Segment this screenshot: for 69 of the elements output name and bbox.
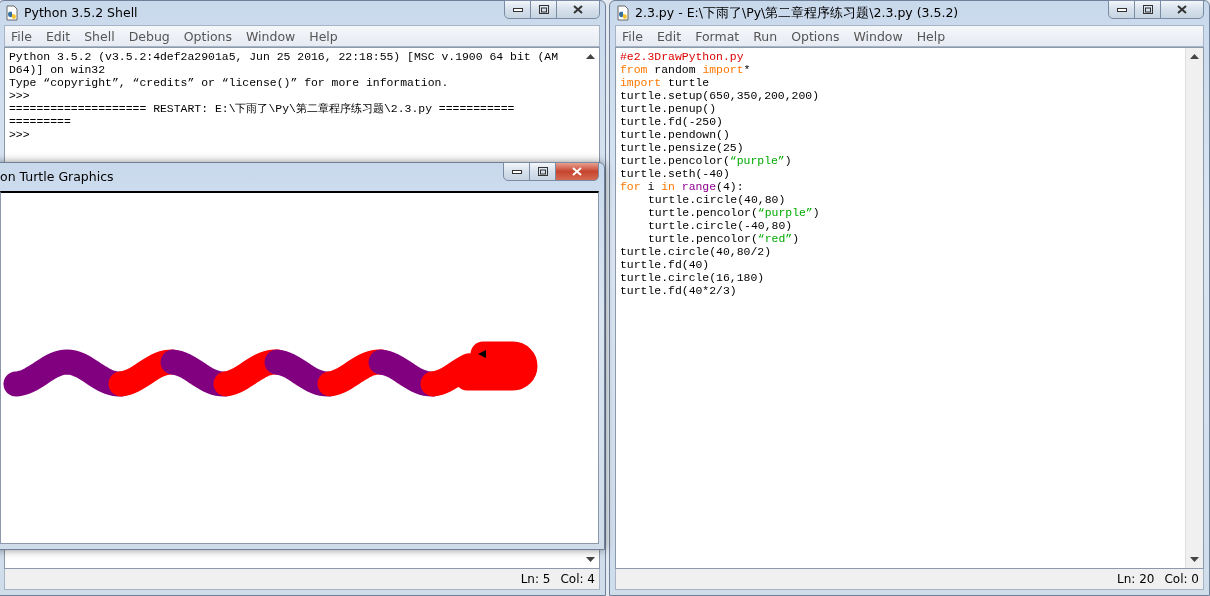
minimize-icon <box>1116 7 1127 12</box>
line-number: Ln: 5 <box>520 572 551 586</box>
close-button[interactable] <box>555 162 599 181</box>
column-number: Col: 0 <box>1164 572 1199 586</box>
code-line: turtle.fd(-250) <box>620 115 723 128</box>
window-title: on Turtle Graphics <box>0 168 115 186</box>
menu-item[interactable]: Edit <box>650 28 690 44</box>
menu-item[interactable]: Options <box>177 28 240 44</box>
window-title: Python 3.5.2 Shell <box>24 4 139 22</box>
code-line: turtle.pensize(25) <box>620 141 744 154</box>
maximize-button[interactable] <box>530 0 557 19</box>
menu-item[interactable]: Edit <box>39 28 79 44</box>
menu-item[interactable]: Help <box>910 28 954 44</box>
close-button[interactable] <box>1160 0 1204 19</box>
close-icon <box>573 5 583 14</box>
code-line: turtle.fd(40) <box>620 258 710 271</box>
code-line: turtle.circle(40,80/2) <box>620 245 771 258</box>
maximize-icon <box>537 167 548 176</box>
shell-output-line: ========= <box>9 115 71 128</box>
close-button[interactable] <box>556 0 600 19</box>
code-line: turtle.pendown() <box>620 128 730 141</box>
minimize-icon <box>512 7 523 12</box>
code-line: #e2.3DrawPython.py <box>620 50 744 63</box>
menu-item[interactable]: Options <box>785 28 848 44</box>
python-file-icon <box>615 5 631 21</box>
shell-output-line: >>> <box>9 128 30 141</box>
window-title: 2.3.py - E:\下雨了\Py\第二章程序练习题\2.3.py (3.5.2) <box>635 4 960 22</box>
shell-output-line: ==================== RESTART: E:\下雨了\Py\第二章程序练习题\2.3.py =========== <box>9 102 515 115</box>
minimize-button[interactable] <box>504 0 531 19</box>
code-line: turtle.pencolor(“purple”) <box>620 154 792 167</box>
code-line: turtle.fd(40*2/3) <box>620 284 737 297</box>
column-number: Col: 4 <box>560 572 595 586</box>
shell-output-line: Type “copyright”, “credits” or “license()” for more information. <box>9 76 449 89</box>
minimize-icon <box>511 169 522 174</box>
menu-item[interactable]: Run <box>747 28 786 44</box>
code-line: import turtle <box>620 76 710 89</box>
code-line: from random import* <box>620 63 751 76</box>
minimize-button[interactable] <box>503 162 530 181</box>
shell-output-line: D64)] on win32 <box>9 63 106 76</box>
code-line: turtle.circle(16,180) <box>620 271 765 284</box>
menu-item[interactable]: Help <box>303 28 346 44</box>
code-line: turtle.setup(650,350,200,200) <box>620 89 820 102</box>
scrollbar[interactable] <box>1185 48 1203 568</box>
maximize-icon <box>538 5 549 14</box>
menu-item[interactable]: Debug <box>122 28 178 44</box>
close-icon <box>1177 5 1187 14</box>
menu-item[interactable]: Format <box>689 28 748 44</box>
code-line: turtle.pencolor(“purple”) <box>647 206 820 219</box>
menu-item[interactable]: File <box>616 28 651 44</box>
python-file-icon <box>4 5 20 21</box>
line-number: Ln: 20 <box>1117 572 1155 586</box>
code-line: turtle.circle(-40,80) <box>647 219 793 232</box>
shell-output-line: >>> <box>9 89 30 102</box>
maximize-button[interactable] <box>1134 0 1161 19</box>
menu-item[interactable]: Window <box>240 28 304 44</box>
menu-item[interactable]: File <box>5 28 40 44</box>
maximize-icon <box>1142 5 1153 14</box>
code-line: turtle.seth(-40) <box>620 167 730 180</box>
code-line: for i in range(4): <box>620 180 744 193</box>
turtle-cursor-icon <box>478 350 486 358</box>
close-icon <box>572 167 582 176</box>
menu-item[interactable]: Shell <box>78 28 123 44</box>
code-line: turtle.pencolor(“red”) <box>647 232 800 245</box>
code-line: turtle.circle(40,80) <box>647 193 786 206</box>
shell-output-line: Python 3.5.2 (v3.5.2:4def2a2901a5, Jun 25 2016, 22:18:55) [MSC v.1900 64 bit (AM <box>9 50 559 63</box>
code-line: turtle.penup() <box>620 102 717 115</box>
maximize-button[interactable] <box>529 162 556 181</box>
menu-item[interactable]: Window <box>847 28 911 44</box>
minimize-button[interactable] <box>1108 0 1135 19</box>
